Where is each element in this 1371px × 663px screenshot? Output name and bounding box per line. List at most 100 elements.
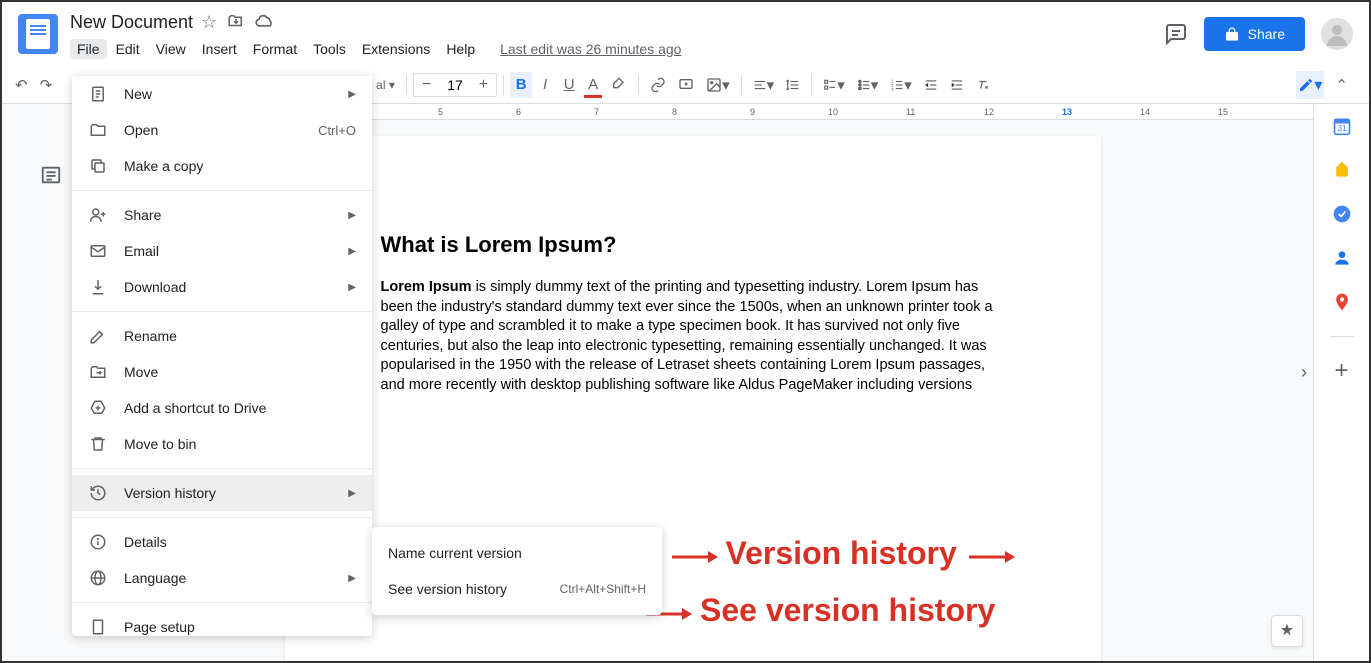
menu-tools[interactable]: Tools bbox=[306, 39, 353, 59]
file-menu-rename[interactable]: Rename bbox=[72, 318, 372, 354]
ruler-tick: 13 bbox=[1062, 107, 1140, 117]
insert-image-icon[interactable]: ▾ bbox=[701, 72, 735, 98]
menu-view[interactable]: View bbox=[149, 39, 193, 59]
comment-history-icon[interactable] bbox=[1164, 22, 1188, 46]
editing-mode-button[interactable]: ▾ bbox=[1296, 71, 1324, 99]
move-folder-icon bbox=[88, 362, 108, 382]
checklist-button[interactable]: ▾ bbox=[818, 72, 850, 98]
bulleted-list-button[interactable]: ▾ bbox=[852, 72, 884, 98]
menu-item-label: Rename bbox=[124, 328, 356, 344]
history-icon bbox=[88, 483, 108, 503]
menu-item-label: Add a shortcut to Drive bbox=[124, 400, 356, 416]
file-menu-version-history[interactable]: Version history▶ bbox=[72, 475, 372, 511]
menu-divider bbox=[72, 517, 372, 518]
tasks-icon[interactable] bbox=[1332, 204, 1352, 224]
clear-formatting-button[interactable] bbox=[971, 72, 995, 98]
menu-item-label: Email bbox=[124, 243, 332, 259]
user-avatar[interactable] bbox=[1321, 18, 1353, 50]
menu-format[interactable]: Format bbox=[246, 39, 304, 59]
increase-indent-button[interactable] bbox=[945, 72, 969, 98]
menu-insert[interactable]: Insert bbox=[195, 39, 244, 59]
ruler-tick: 7 bbox=[594, 107, 672, 117]
document-heading[interactable]: What is Lorem Ipsum? bbox=[381, 232, 1005, 258]
ruler-tick: 15 bbox=[1218, 107, 1296, 117]
last-edit-link[interactable]: Last edit was 26 minutes ago bbox=[500, 41, 681, 57]
font-family-dropdown[interactable]: al ▾ bbox=[371, 72, 400, 98]
menu-edit[interactable]: Edit bbox=[109, 39, 147, 59]
page-icon bbox=[88, 617, 108, 636]
submenu-arrow-icon: ▶ bbox=[348, 210, 356, 221]
file-menu-email[interactable]: Email▶ bbox=[72, 233, 372, 269]
menu-item-label: Move to bin bbox=[124, 436, 356, 452]
submenu-arrow-icon: ▶ bbox=[348, 282, 356, 293]
separator bbox=[638, 75, 639, 95]
collapse-panel-icon[interactable]: › bbox=[1301, 362, 1307, 383]
file-menu-move-to-bin[interactable]: Move to bin bbox=[72, 426, 372, 462]
ruler-tick: 11 bbox=[906, 107, 984, 117]
menu-extensions[interactable]: Extensions bbox=[355, 39, 437, 59]
file-menu-move[interactable]: Move bbox=[72, 354, 372, 390]
underline-button[interactable]: U bbox=[558, 72, 580, 98]
insert-link-icon[interactable] bbox=[645, 72, 671, 98]
keep-icon[interactable] bbox=[1332, 160, 1352, 180]
separator bbox=[741, 75, 742, 95]
undo-icon[interactable]: ↶ bbox=[10, 72, 33, 98]
add-addon-icon[interactable]: + bbox=[1332, 361, 1352, 381]
document-title[interactable]: New Document bbox=[70, 12, 193, 33]
file-menu-language[interactable]: Language▶ bbox=[72, 560, 372, 596]
cloud-status-icon[interactable] bbox=[255, 12, 275, 33]
move-icon[interactable] bbox=[227, 12, 245, 33]
file-menu-page-setup[interactable]: Page setup bbox=[72, 609, 372, 636]
menu-bar: File Edit View Insert Format Tools Exten… bbox=[70, 37, 1164, 61]
svg-text:3: 3 bbox=[891, 86, 894, 91]
docs-logo-icon[interactable] bbox=[18, 14, 58, 54]
decrease-font-icon[interactable]: − bbox=[414, 74, 439, 96]
side-panel: 31 + bbox=[1313, 104, 1369, 661]
person-add-icon bbox=[88, 205, 108, 225]
info-icon bbox=[88, 532, 108, 552]
contacts-icon[interactable] bbox=[1332, 248, 1352, 268]
share-label: Share bbox=[1248, 26, 1285, 42]
share-button[interactable]: Share bbox=[1204, 17, 1305, 51]
menu-help[interactable]: Help bbox=[439, 39, 482, 59]
hide-menus-icon[interactable]: ⌃ bbox=[1330, 72, 1353, 98]
text-color-button[interactable]: A bbox=[582, 72, 604, 98]
redo-icon[interactable]: ↷ bbox=[35, 72, 58, 98]
bold-button[interactable]: B bbox=[510, 72, 532, 98]
star-icon[interactable]: ☆ bbox=[201, 12, 217, 33]
document-paragraph[interactable]: Lorem Ipsum is simply dummy text of the … bbox=[381, 278, 1005, 395]
italic-button[interactable]: I bbox=[534, 72, 556, 98]
file-menu-download[interactable]: Download▶ bbox=[72, 269, 372, 305]
file-menu-new[interactable]: New▶ bbox=[72, 76, 372, 112]
explore-button[interactable] bbox=[1271, 615, 1303, 647]
file-menu-make-a-copy[interactable]: Make a copy bbox=[72, 148, 372, 184]
submenu-arrow-icon: ▶ bbox=[348, 573, 356, 584]
file-menu-add-a-shortcut-to-drive[interactable]: Add a shortcut to Drive bbox=[72, 390, 372, 426]
file-menu-open[interactable]: OpenCtrl+O bbox=[72, 112, 372, 148]
submenu-arrow-icon: ▶ bbox=[348, 488, 356, 499]
see-version-history-item[interactable]: See version history Ctrl+Alt+Shift+H bbox=[372, 571, 662, 607]
align-button[interactable]: ▾ bbox=[748, 72, 780, 98]
decrease-indent-button[interactable] bbox=[919, 72, 943, 98]
highlight-color-button[interactable] bbox=[606, 72, 632, 98]
add-comment-icon[interactable] bbox=[673, 72, 699, 98]
ruler-tick: 5 bbox=[438, 107, 516, 117]
menu-file[interactable]: File bbox=[70, 39, 107, 59]
separator bbox=[811, 75, 812, 95]
download-icon bbox=[88, 277, 108, 297]
file-menu-details[interactable]: Details bbox=[72, 524, 372, 560]
name-current-version-item[interactable]: Name current version bbox=[372, 535, 662, 571]
numbered-list-button[interactable]: 123▾ bbox=[885, 72, 917, 98]
font-size-value[interactable]: 17 bbox=[439, 75, 471, 95]
maps-icon[interactable] bbox=[1332, 292, 1352, 312]
font-size-control: − 17 + bbox=[413, 73, 497, 97]
file-menu-dropdown: New▶OpenCtrl+OMake a copyShare▶Email▶Dow… bbox=[72, 76, 372, 636]
increase-font-icon[interactable]: + bbox=[471, 74, 496, 96]
separator bbox=[503, 75, 504, 95]
line-spacing-button[interactable] bbox=[781, 72, 805, 98]
file-menu-share[interactable]: Share ▶ bbox=[72, 197, 372, 233]
calendar-icon[interactable]: 31 bbox=[1332, 116, 1352, 136]
menu-item-label: Share bbox=[124, 207, 332, 223]
svg-text:31: 31 bbox=[1337, 123, 1347, 133]
outline-toggle-icon[interactable] bbox=[40, 164, 72, 186]
